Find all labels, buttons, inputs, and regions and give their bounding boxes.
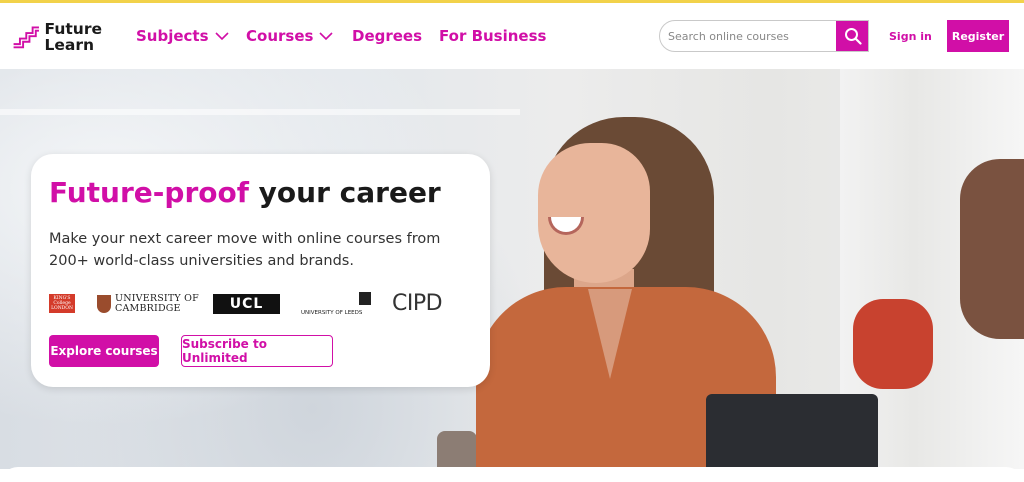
hero-background-detail xyxy=(0,109,520,115)
nav-degrees[interactable]: Degrees xyxy=(352,27,422,45)
nav-subjects[interactable]: Subjects xyxy=(136,27,229,45)
nav-courses[interactable]: Courses xyxy=(246,27,333,45)
logo-text: Future Learn xyxy=(45,21,102,53)
cipd-logo: CIPD xyxy=(392,291,443,316)
leeds-logo-text: UNIVERSITY OF LEEDS xyxy=(301,310,363,316)
chevron-down-icon xyxy=(214,32,229,41)
search-button[interactable] xyxy=(836,21,868,51)
nav-for-business-label: For Business xyxy=(439,27,547,45)
ucl-logo: UCL xyxy=(213,294,280,314)
hero-second-person-arm xyxy=(853,299,933,389)
nav-degrees-label: Degrees xyxy=(352,27,423,45)
cambridge-logo: UNIVERSITY OF CAMBRIDGE xyxy=(97,292,199,316)
kings-college-logo: KING'S College LONDON xyxy=(49,294,75,313)
register-button[interactable]: Register xyxy=(947,20,1009,52)
chevron-down-icon xyxy=(319,32,333,41)
nav-courses-label: Courses xyxy=(246,27,314,45)
search-input[interactable] xyxy=(660,21,836,51)
cambridge-shield-icon xyxy=(97,295,111,313)
cambridge-logo-text: UNIVERSITY OF CAMBRIDGE xyxy=(115,294,199,314)
partner-logos: KING'S College LONDON UNIVERSITY OF CAMB… xyxy=(49,291,469,316)
futurelearn-logo[interactable]: Future Learn xyxy=(12,19,102,55)
subscribe-unlimited-button[interactable]: Subscribe to Unlimited xyxy=(181,335,333,367)
hero-title-rest: your career xyxy=(248,176,441,209)
sign-in-link[interactable]: Sign in xyxy=(889,30,932,43)
content-sheet-edge xyxy=(0,467,1024,482)
hero-person-face xyxy=(538,143,650,283)
logo-stairs-icon xyxy=(13,26,39,49)
site-header: Future Learn Subjects Courses Degrees Fo… xyxy=(0,3,1024,69)
hero-title-accent: Future-proof xyxy=(49,176,249,209)
nav-subjects-label: Subjects xyxy=(136,27,209,45)
nav-for-business[interactable]: For Business xyxy=(439,27,546,45)
hero-laptop xyxy=(706,394,878,469)
cambridge-line-2: CAMBRIDGE xyxy=(115,303,181,314)
hero-title: Future-proof your career xyxy=(49,176,441,209)
logo-line-1: Future xyxy=(44,20,102,38)
hero-second-person xyxy=(960,159,1024,339)
logo-line-2: Learn xyxy=(44,36,95,54)
hero-card: Future-proof your career Make your next … xyxy=(31,154,490,387)
search-icon xyxy=(845,28,862,45)
explore-courses-button[interactable]: Explore courses xyxy=(49,335,159,367)
hero-subtitle: Make your next career move with online c… xyxy=(49,231,441,269)
leeds-mark-icon xyxy=(359,292,371,305)
hero-chair xyxy=(437,431,477,469)
search-box xyxy=(659,20,869,52)
leeds-logo: UNIVERSITY OF LEEDS xyxy=(301,292,371,316)
